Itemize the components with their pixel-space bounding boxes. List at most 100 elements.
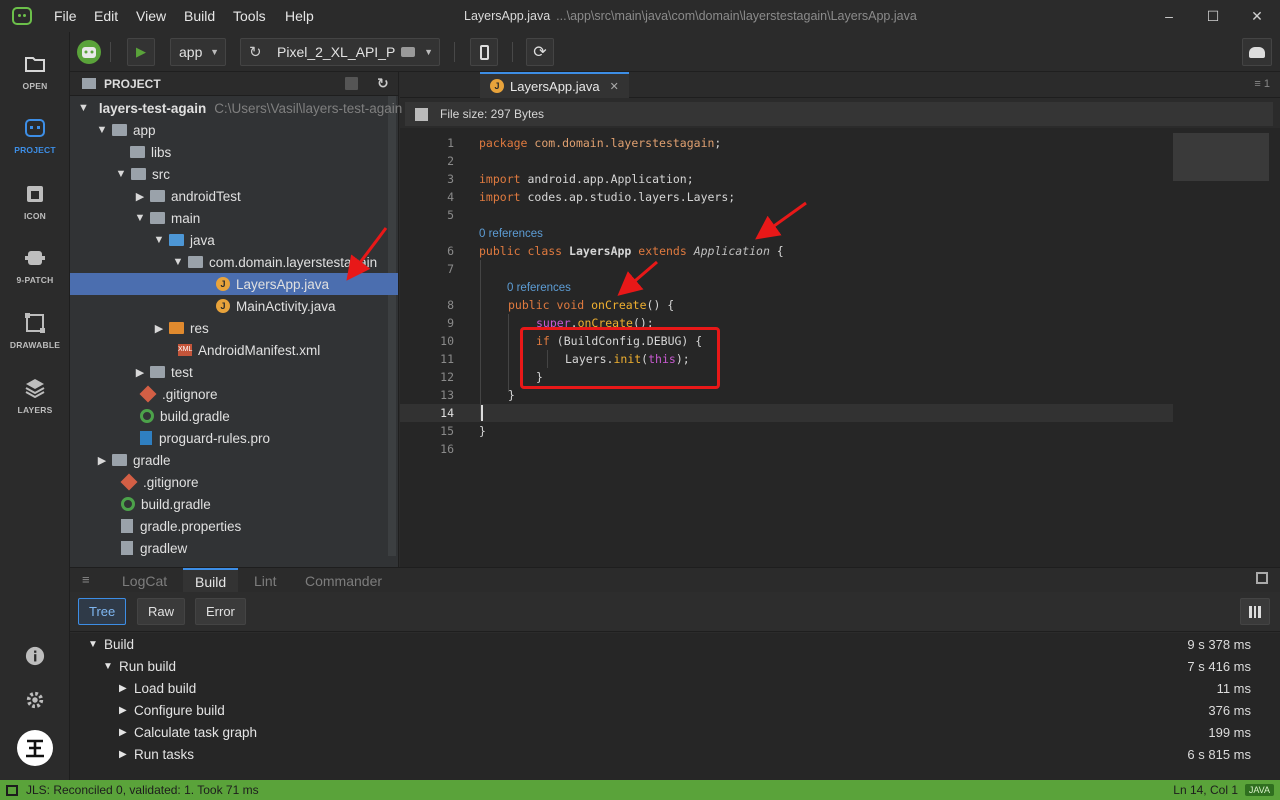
folder-icon: [25, 57, 45, 72]
line-number: 7: [447, 262, 454, 276]
tab-commander[interactable]: Commander: [305, 568, 382, 593]
build-row[interactable]: ▶ Load build 11 ms: [70, 677, 1280, 699]
maximize-button[interactable]: ☐: [1190, 4, 1236, 28]
strip-open[interactable]: OPEN: [0, 54, 70, 91]
tree-item-layersapp[interactable]: J LayersApp.java: [70, 273, 398, 295]
filter-error-button[interactable]: Error: [195, 598, 246, 625]
editor-menu-icon[interactable]: ≡ 1: [1254, 78, 1270, 90]
code-lens-references[interactable]: 0 references: [479, 228, 543, 240]
tree-label: build.gradle: [160, 408, 230, 424]
menu-help[interactable]: Help: [285, 8, 314, 24]
tree-item-gradleproperties[interactable]: gradle.properties: [121, 515, 441, 537]
chevron-right-icon: ▶: [135, 190, 145, 203]
gradle-button[interactable]: [1242, 38, 1272, 66]
folder-icon: [112, 124, 127, 136]
run-button[interactable]: ▶: [127, 38, 155, 66]
tree-item-gradle[interactable]: ▶ gradle: [96, 449, 416, 471]
chevron-down-icon: ▼: [210, 47, 219, 57]
android-robot-icon[interactable]: [76, 39, 102, 65]
filter-raw-button[interactable]: Raw: [137, 598, 186, 625]
strip-drawable[interactable]: DRAWABLE: [0, 313, 70, 350]
menu-tools[interactable]: Tools: [233, 8, 266, 24]
console-icon[interactable]: [6, 784, 18, 796]
tab-layersapp[interactable]: J LayersApp.java ✕: [480, 72, 629, 98]
tree-label: res: [190, 320, 209, 336]
elephant-icon: [1249, 46, 1265, 58]
minimize-button[interactable]: –: [1146, 4, 1192, 28]
device-select[interactable]: ↻ Pixel_2_XL_API_P ▼: [240, 38, 440, 66]
tree-label: .gitignore: [143, 474, 199, 490]
collapse-all-icon[interactable]: [345, 77, 358, 90]
phone-icon: [479, 44, 489, 60]
refresh-icon[interactable]: ↻: [249, 43, 262, 61]
tree-item-gitignore[interactable]: .gitignore: [120, 471, 441, 493]
chevron-right-icon: ▶: [154, 322, 164, 335]
tree-label: LayersApp.java: [236, 276, 330, 292]
tree-label: androidTest: [171, 188, 241, 204]
minimap[interactable]: [1173, 133, 1269, 181]
tree-item-src[interactable]: ▼ src: [115, 163, 435, 185]
info-button[interactable]: [0, 646, 70, 669]
module-select[interactable]: app ▼: [170, 38, 226, 66]
close-icon[interactable]: ✕: [610, 80, 619, 93]
strip-9patch[interactable]: 9-PATCH: [0, 248, 70, 285]
folder-icon: [150, 190, 165, 202]
xml-file-icon: XML: [178, 344, 192, 356]
build-row[interactable]: ▶ Run tasks 6 s 815 ms: [70, 743, 1280, 765]
build-row-label: Configure build: [134, 702, 225, 718]
play-icon: ▶: [136, 44, 146, 59]
cursor-position[interactable]: Ln 14, Col 1: [1173, 783, 1238, 797]
build-row[interactable]: ▶ Configure build 376 ms: [70, 699, 1280, 721]
tree-item-app[interactable]: ▼ app: [96, 119, 416, 141]
device-manager-button[interactable]: [470, 38, 498, 66]
editor-tabs: J LayersApp.java ✕ ≡ 1: [400, 72, 1280, 98]
folder-icon: [150, 366, 165, 378]
tree-label: layers-test-again: [98, 100, 207, 116]
chevron-right-icon: ▶: [119, 748, 127, 760]
tab-lint[interactable]: Lint: [254, 568, 277, 593]
user-avatar[interactable]: [0, 730, 70, 769]
code-line: import android.app.Application;: [479, 172, 694, 186]
settings-button[interactable]: [0, 690, 70, 713]
build-row[interactable]: ▼ Run build 7 s 416 ms: [70, 655, 1280, 677]
sync-icon: ⟳: [533, 44, 547, 61]
info-icon: [25, 646, 45, 666]
menu-view[interactable]: View: [136, 8, 166, 24]
build-row-time: 199 ms: [1208, 724, 1251, 740]
build-row[interactable]: ▶ Calculate task graph 199 ms: [70, 721, 1280, 743]
status-message: JLS: Reconciled 0, validated: 1. Took 71…: [26, 783, 259, 797]
menu-file[interactable]: File: [54, 8, 77, 24]
build-row-time: 11 ms: [1216, 680, 1251, 696]
layers-icon: [25, 379, 45, 398]
chevron-down-icon: ▼: [88, 638, 98, 650]
strip-project[interactable]: PROJECT: [0, 118, 70, 155]
chevron-right-icon: ▶: [135, 366, 145, 379]
camera-icon[interactable]: [401, 47, 415, 57]
build-row[interactable]: ▼ Build 9 s 378 ms: [70, 633, 1280, 655]
code-line: package com.domain.layerstestagain;: [479, 136, 722, 150]
menu-build[interactable]: Build: [184, 8, 215, 24]
maximize-panel-icon[interactable]: [1256, 572, 1268, 584]
tab-logcat[interactable]: LogCat: [122, 568, 167, 593]
tab-build[interactable]: Build: [183, 568, 239, 593]
language-badge[interactable]: JAVA: [1244, 784, 1274, 796]
close-window-button[interactable]: ✕: [1234, 4, 1280, 28]
line-number: 1: [447, 136, 454, 150]
pill-label: Error: [206, 604, 235, 619]
menu-icon[interactable]: ≡: [82, 572, 90, 587]
drawable-icon: [25, 313, 45, 333]
refresh-icon[interactable]: ↻: [377, 75, 389, 92]
save-icon[interactable]: [415, 107, 428, 121]
tree-item-project-root[interactable]: ▼ layers-test-again C:\Users\Vasil\layers-…: [78, 97, 402, 119]
chevron-down-icon: ▼: [134, 212, 146, 224]
code-lens-references[interactable]: 0 references: [507, 282, 571, 294]
strip-layers[interactable]: LAYERS: [0, 378, 70, 415]
line-number: 10: [440, 334, 454, 348]
strip-icon[interactable]: ICON: [0, 184, 70, 221]
columns-toggle-button[interactable]: [1240, 598, 1270, 625]
tree-item-gradlew[interactable]: gradlew: [121, 537, 441, 559]
filter-tree-button[interactable]: Tree: [78, 598, 127, 625]
tree-item-buildgradle[interactable]: build.gradle: [121, 493, 441, 515]
menu-edit[interactable]: Edit: [94, 8, 118, 24]
sync-button[interactable]: ⟳: [526, 38, 554, 66]
